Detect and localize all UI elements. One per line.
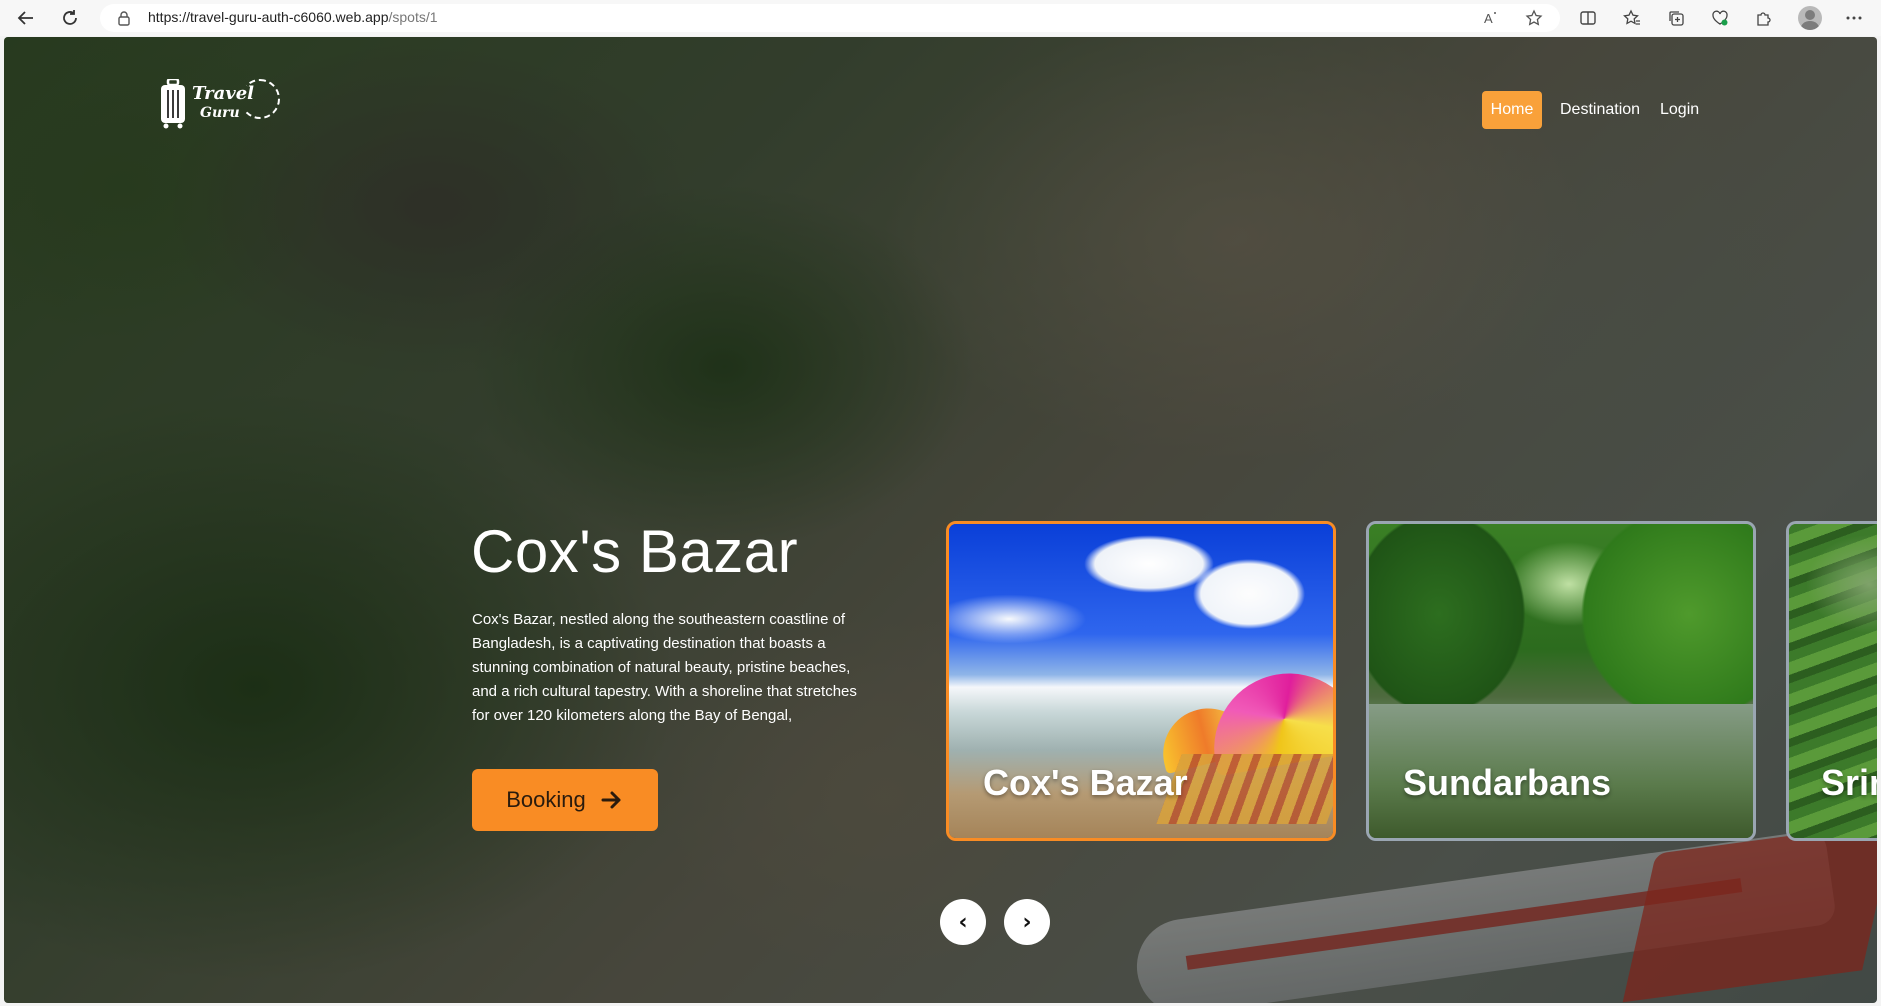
- favorite-star-icon[interactable]: [1524, 8, 1544, 28]
- chevron-right-icon: ›: [1022, 909, 1032, 935]
- suitcase-icon: [161, 79, 185, 129]
- more-icon[interactable]: [1842, 6, 1866, 30]
- chevron-left-icon: ‹: [958, 909, 968, 935]
- booking-button[interactable]: Booking: [472, 769, 658, 831]
- url-host: https://travel-guru-auth-c6060.web.app: [148, 9, 389, 25]
- carousel-prev-button[interactable]: ‹: [940, 899, 986, 945]
- nav-login[interactable]: Login: [1660, 91, 1699, 129]
- browser-toolbar: https://travel-guru-auth-c6060.web.app/s…: [0, 0, 1881, 36]
- url-text[interactable]: https://travel-guru-auth-c6060.web.app/s…: [148, 9, 438, 25]
- destination-card-coxs-bazar[interactable]: Cox's Bazar: [946, 521, 1336, 841]
- travel-guru-logo[interactable]: Travel Guru: [160, 77, 280, 133]
- logo-text-guru: Guru: [200, 105, 240, 121]
- nav-destination[interactable]: Destination: [1560, 91, 1640, 129]
- logo-ring-decoration: [240, 79, 280, 119]
- destination-card-srimangal[interactable]: Srimangal: [1786, 521, 1877, 841]
- refresh-icon[interactable]: [58, 6, 82, 30]
- extensions-icon[interactable]: [1752, 6, 1776, 30]
- profile-avatar[interactable]: [1798, 6, 1822, 30]
- back-icon[interactable]: [14, 6, 38, 30]
- booking-button-label: Booking: [506, 787, 586, 812]
- lock-icon[interactable]: [116, 10, 132, 26]
- card-label: Cox's Bazar: [983, 762, 1188, 803]
- favorites-icon[interactable]: [1620, 6, 1644, 30]
- svg-text:A: A: [1484, 11, 1493, 26]
- browser-essentials-icon[interactable]: [1708, 6, 1732, 30]
- address-bar[interactable]: https://travel-guru-auth-c6060.web.app/s…: [100, 4, 1560, 32]
- collections-icon[interactable]: [1664, 6, 1688, 30]
- url-path: /spots/1: [388, 9, 438, 25]
- hero-title: Cox's Bazar: [471, 518, 799, 585]
- read-aloud-icon[interactable]: A: [1482, 8, 1502, 28]
- carousel-next-button[interactable]: ›: [1004, 899, 1050, 945]
- card-label: Srimangal: [1821, 762, 1877, 803]
- page-viewport: Travel Guru Home Destination Login Cox's…: [4, 37, 1877, 1003]
- destination-card-sundarbans[interactable]: Sundarbans: [1366, 521, 1756, 841]
- hero-description: Cox's Bazar, nestled along the southeast…: [472, 611, 857, 724]
- nav-home[interactable]: Home: [1482, 91, 1542, 129]
- card-label: Sundarbans: [1403, 762, 1612, 803]
- background-overlay: [4, 37, 1877, 1003]
- split-screen-icon[interactable]: [1576, 6, 1600, 30]
- arrow-right-icon: [600, 788, 624, 812]
